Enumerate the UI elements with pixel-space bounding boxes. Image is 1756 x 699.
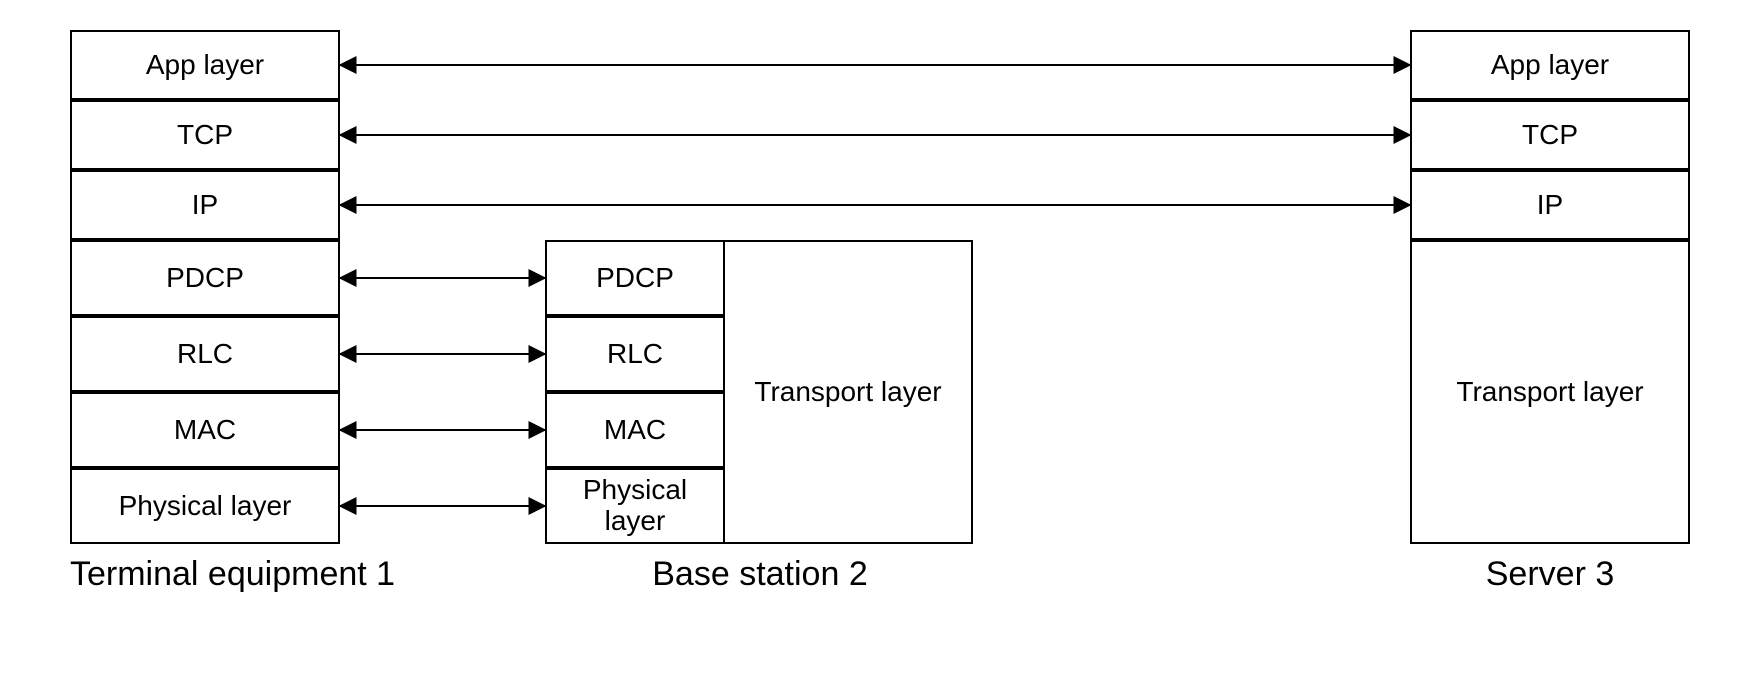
terminal-tcp-layer: TCP [70,100,340,170]
server-tcp-layer: TCP [1410,100,1690,170]
terminal-ip-label: IP [192,190,218,221]
terminal-app-label: App layer [146,50,264,81]
terminal-phy-layer: Physical layer [70,468,340,544]
bs-mac-label: MAC [604,415,666,446]
server-transport-layer: Transport layer [1410,240,1690,544]
bs-caption-text: Base station 2 [652,555,867,593]
bs-phy-layer: Physical layer [545,468,725,544]
bs-transport-label: Transport layer [754,377,941,408]
terminal-pdcp-label: PDCP [166,263,244,294]
server-ip-layer: IP [1410,170,1690,240]
bs-transport-layer: Transport layer [723,240,973,544]
bs-phy-label: Physical layer [553,475,717,537]
terminal-mac-layer: MAC [70,392,340,468]
terminal-caption-text: Terminal equipment 1 [70,555,395,593]
terminal-rlc-label: RLC [177,339,233,370]
server-app-layer: App layer [1410,30,1690,100]
server-caption: Server 3 [1410,555,1690,594]
terminal-tcp-label: TCP [177,120,233,151]
terminal-app-layer: App layer [70,30,340,100]
terminal-ip-layer: IP [70,170,340,240]
terminal-pdcp-layer: PDCP [70,240,340,316]
server-app-label: App layer [1491,50,1609,81]
bs-caption: Base station 2 [545,555,975,594]
terminal-phy-label: Physical layer [119,491,292,522]
server-caption-text: Server 3 [1486,555,1615,593]
bs-mac-layer: MAC [545,392,725,468]
server-ip-label: IP [1537,190,1563,221]
bs-pdcp-layer: PDCP [545,240,725,316]
server-transport-label: Transport layer [1456,377,1643,408]
bs-rlc-label: RLC [607,339,663,370]
server-tcp-label: TCP [1522,120,1578,151]
terminal-rlc-layer: RLC [70,316,340,392]
bs-rlc-layer: RLC [545,316,725,392]
bs-pdcp-label: PDCP [596,263,674,294]
terminal-mac-label: MAC [174,415,236,446]
terminal-caption: Terminal equipment 1 [70,555,430,594]
